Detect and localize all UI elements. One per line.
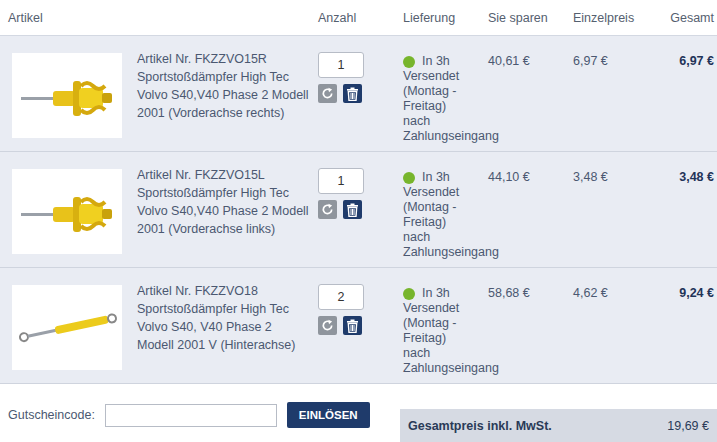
delivery-text: Zahlungseingang xyxy=(403,129,488,144)
delivery-text: In 3h xyxy=(422,54,450,69)
redeem-button[interactable]: EINLÖSEN xyxy=(287,402,370,428)
delivery-cell: In 3hVersendet(Montag -Freitag)nachZahlu… xyxy=(403,152,488,267)
product-image-cell xyxy=(8,36,137,151)
column-header: Gesamt xyxy=(658,0,717,25)
savings: 40,61 € xyxy=(488,36,573,151)
trash-icon[interactable] xyxy=(343,200,362,219)
refresh-icon[interactable] xyxy=(318,316,337,335)
product-title[interactable]: Artikel Nr. FKZZVO15R Sportstoßdämpfer H… xyxy=(137,36,318,151)
quantity-cell xyxy=(318,36,403,151)
row-actions xyxy=(318,316,403,335)
delivery-text: (Montag - xyxy=(403,200,488,215)
delivery-status: In 3h xyxy=(403,54,488,69)
quantity-cell xyxy=(318,152,403,267)
cart-row: Artikel Nr. FKZZVO15L Sportstoßdämpfer H… xyxy=(0,152,717,268)
unit-price: 4,62 € xyxy=(573,268,658,383)
total-box: Gesamtpreis inkl. MwSt. 19,69 € xyxy=(400,409,717,442)
product-title[interactable]: Artikel Nr. FKZZVO15L Sportstoßdämpfer H… xyxy=(137,152,318,267)
delivery-text: In 3h xyxy=(422,170,450,185)
cart-footer: Gutscheincode: EINLÖSEN Gesamtpreis inkl. … xyxy=(0,384,717,442)
delivery-text: In 3h xyxy=(422,286,450,301)
savings: 44,10 € xyxy=(488,152,573,267)
row-actions xyxy=(318,200,403,219)
column-header: Einzelpreis xyxy=(573,0,658,25)
trash-icon[interactable] xyxy=(343,316,362,335)
coupon-section: Gutscheincode: EINLÖSEN xyxy=(0,402,370,442)
delivery-status: In 3h xyxy=(403,286,488,301)
quantity-input[interactable] xyxy=(318,284,364,310)
delivery-status: In 3h xyxy=(403,170,488,185)
delivery-text: Zahlungseingang xyxy=(403,361,488,376)
delivery-text: Versendet xyxy=(403,69,488,84)
delivery-cell: In 3hVersendet(Montag -Freitag)nachZahlu… xyxy=(403,268,488,383)
refresh-icon[interactable] xyxy=(318,200,337,219)
delivery-text: Zahlungseingang xyxy=(403,245,488,260)
status-dot-icon xyxy=(403,288,415,300)
product-image-cell xyxy=(8,152,137,267)
cart-row: Artikel Nr. FKZZVO15R Sportstoßdämpfer H… xyxy=(0,36,717,152)
savings: 58,68 € xyxy=(488,268,573,383)
unit-price: 3,48 € xyxy=(573,152,658,267)
product-image[interactable] xyxy=(12,53,122,138)
delivery-text: (Montag - xyxy=(403,316,488,331)
table-header: ArtikelAnzahlLieferungSie sparenEinzelpr… xyxy=(0,0,717,36)
delivery-text: Freitag) xyxy=(403,331,488,346)
quantity-input[interactable] xyxy=(318,168,364,194)
delivery-text: Versendet xyxy=(403,301,488,316)
status-dot-icon xyxy=(403,56,415,68)
row-total: 9,24 € xyxy=(658,268,717,383)
delivery-text: nach xyxy=(403,346,488,361)
cart-row: Artikel Nr. FKZZVO18 Sportstoßdämpfer Hi… xyxy=(0,268,717,384)
delivery-text: Freitag) xyxy=(403,99,488,114)
column-header: Sie sparen xyxy=(488,0,573,25)
product-title[interactable]: Artikel Nr. FKZZVO18 Sportstoßdämpfer Hi… xyxy=(137,268,318,383)
coupon-label: Gutscheincode: xyxy=(8,408,95,422)
total-label: Gesamtpreis inkl. MwSt. xyxy=(408,419,552,433)
row-total: 3,48 € xyxy=(658,152,717,267)
delivery-cell: In 3hVersendet(Montag -Freitag)nachZahlu… xyxy=(403,36,488,151)
trash-icon[interactable] xyxy=(343,84,362,103)
row-actions xyxy=(318,84,403,103)
delivery-text: nach xyxy=(403,114,488,129)
delivery-text: Versendet xyxy=(403,185,488,200)
quantity-input[interactable] xyxy=(318,52,364,78)
row-total: 6,97 € xyxy=(658,36,717,151)
delivery-text: nach xyxy=(403,230,488,245)
total-value: 19,69 € xyxy=(667,419,709,433)
unit-price: 6,97 € xyxy=(573,36,658,151)
status-dot-icon xyxy=(403,172,415,184)
product-image-cell xyxy=(8,268,137,383)
product-image[interactable] xyxy=(12,169,122,254)
coupon-input[interactable] xyxy=(105,404,277,427)
delivery-text: Freitag) xyxy=(403,215,488,230)
column-header: Lieferung xyxy=(403,0,488,25)
quantity-cell xyxy=(318,268,403,383)
delivery-text: (Montag - xyxy=(403,84,488,99)
product-image[interactable] xyxy=(12,285,122,370)
refresh-icon[interactable] xyxy=(318,84,337,103)
column-header: Anzahl xyxy=(318,0,403,25)
column-header: Artikel xyxy=(8,0,318,25)
